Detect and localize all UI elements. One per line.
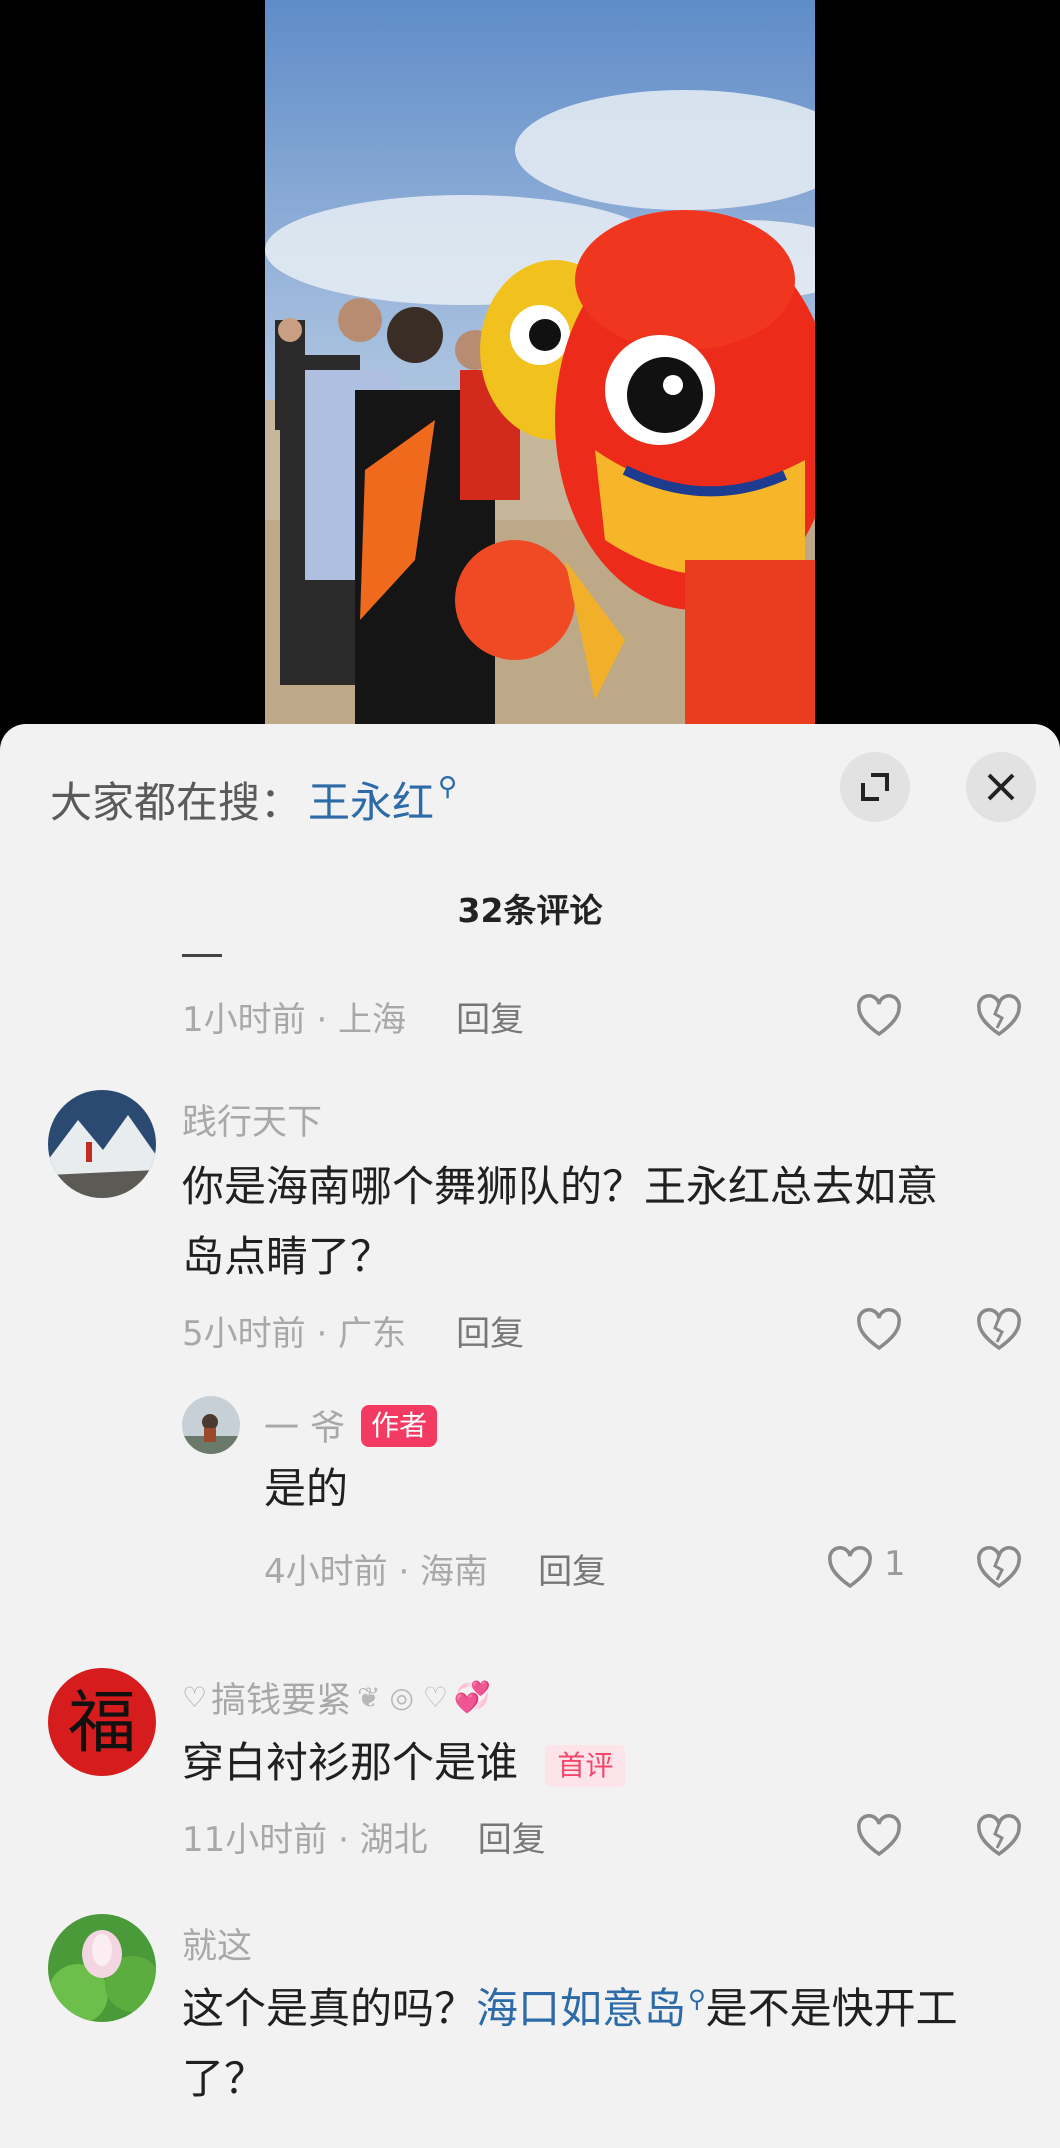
- search-prefix: 大家都在搜：: [50, 777, 303, 827]
- comment-time-location: 5小时前 · 广东: [182, 1313, 407, 1354]
- reply-button[interactable]: 回复: [478, 1812, 546, 1861]
- like-heart-icon[interactable]: [855, 1308, 903, 1352]
- avatar[interactable]: 福: [48, 1668, 156, 1776]
- expand-icon: [861, 773, 889, 801]
- comment-username[interactable]: 践行天下: [182, 1094, 322, 1145]
- close-icon: [987, 773, 1015, 801]
- comment-time-location: 11小时前 · 湖北: [182, 1819, 428, 1860]
- search-icon: ⚲: [438, 772, 458, 802]
- comment-search-link[interactable]: 海口如意岛⚲: [476, 1984, 706, 2033]
- video-player[interactable]: [265, 0, 815, 724]
- svg-text:福: 福: [68, 1684, 136, 1763]
- mountain-avatar-image: [48, 1090, 156, 1198]
- comment-username[interactable]: 就这: [182, 1918, 252, 1969]
- comment-link-text[interactable]: 海口如意岛: [476, 1984, 686, 2033]
- comment-text-line-2: 了？: [182, 2054, 267, 2103]
- heart-decoration-icon: ♡: [182, 1681, 208, 1714]
- comment-text-line-2: 岛点睛了？: [182, 1232, 393, 1281]
- comment-time-location: 1小时前 · 上海: [182, 999, 407, 1040]
- reply-username-row: 一 爷 作者: [264, 1400, 438, 1451]
- reply-button[interactable]: 回复: [456, 992, 524, 1041]
- dislike-broken-heart-icon[interactable]: [975, 1308, 1023, 1352]
- pink-hearts-icon: 💞: [453, 1680, 492, 1715]
- like-heart-icon[interactable]: [855, 994, 903, 1038]
- comment-text: 穿白衬衫那个是谁: [182, 1738, 519, 1787]
- dislike-broken-heart-icon[interactable]: [975, 994, 1023, 1038]
- avatar[interactable]: [182, 1396, 240, 1454]
- reply-meta: 4小时前 · 海南 回复: [264, 1538, 606, 1598]
- reply-username[interactable]: 一 爷: [264, 1400, 345, 1451]
- dislike-broken-heart-icon[interactable]: [975, 1814, 1023, 1858]
- search-query-link[interactable]: 王永红 ⚲: [308, 769, 457, 830]
- avatar[interactable]: [48, 1090, 156, 1198]
- comment-username[interactable]: 搞钱要紧: [211, 1672, 351, 1723]
- reply-button[interactable]: 回复: [456, 1306, 524, 1355]
- comment-meta: 5小时前 · 广东 回复: [182, 1300, 524, 1360]
- emoji-decoration-icon: ❦ ◎ ♡: [357, 1681, 448, 1714]
- like-count: 1: [884, 1544, 906, 1584]
- comment-sheet: 大家都在搜： 王永红 ⚲ 32条评论 1小时前 · 上海 回复 践行天下 你是海…: [0, 724, 1060, 2148]
- lotus-avatar-image: [48, 1914, 156, 2022]
- comment-text-line-1: 你是海南哪个舞狮队的？王永红总去如意: [182, 1162, 939, 1211]
- comment-count: 32条评论: [457, 891, 603, 930]
- reply-button[interactable]: 回复: [538, 1544, 606, 1593]
- author-avatar-image: [182, 1396, 240, 1454]
- comment-text-after-link: 是不是快开工: [705, 1984, 958, 2033]
- search-query[interactable]: 王永红: [308, 769, 434, 830]
- close-button[interactable]: [966, 752, 1036, 822]
- comment-meta: 11小时前 · 湖北 回复: [182, 1806, 546, 1866]
- first-comment-badge: 首评: [545, 1744, 626, 1787]
- reply-text: 是的: [264, 1464, 349, 1513]
- comment-text-row: 穿白衬衫那个是谁 首评: [182, 1728, 626, 1798]
- search-suggestion[interactable]: 大家都在搜： 王永红 ⚲: [50, 764, 457, 834]
- comment-text-line-1: 这个是真的吗？海口如意岛⚲是不是快开工: [182, 1974, 958, 2050]
- search-icon: ⚲: [688, 1985, 706, 2013]
- truncated-comment-text: [182, 954, 222, 957]
- comment-text-before-link: 这个是真的吗？: [182, 1984, 477, 2033]
- dislike-broken-heart-icon[interactable]: [975, 1546, 1023, 1590]
- like-heart-icon[interactable]: [855, 1814, 903, 1858]
- expand-button[interactable]: [840, 752, 910, 822]
- comment-username-row: ♡ 搞钱要紧 ❦ ◎ ♡ 💞: [182, 1672, 491, 1723]
- fu-avatar-image: 福: [48, 1668, 156, 1776]
- like-heart-icon[interactable]: [826, 1546, 874, 1590]
- author-badge: 作者: [361, 1404, 438, 1447]
- comment-meta: 1小时前 · 上海 回复: [182, 986, 524, 1046]
- avatar[interactable]: [48, 1914, 156, 2022]
- reply-time-location: 4小时前 · 海南: [264, 1551, 489, 1592]
